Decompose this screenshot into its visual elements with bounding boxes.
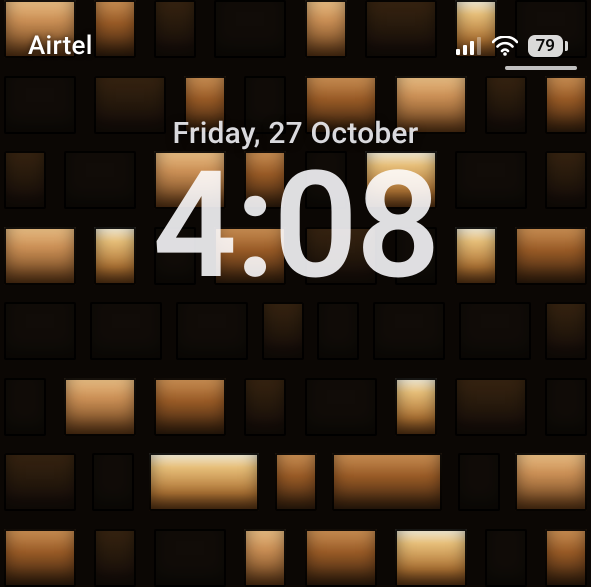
lockscreen-clock: Friday, 27 October 4:08	[0, 116, 591, 301]
battery-percent: 79	[532, 35, 559, 57]
carrier-label: Airtel	[28, 31, 93, 61]
status-bar: Airtel 79	[0, 24, 591, 68]
cellular-signal-icon	[456, 37, 482, 55]
status-bar-right: 79	[456, 35, 563, 57]
lockscreen-time: 4:08	[153, 153, 439, 301]
wifi-icon	[492, 36, 518, 56]
lock-screen: Airtel 79	[0, 0, 591, 587]
battery-indicator: 79	[528, 35, 563, 57]
scroll-indicator	[505, 66, 577, 70]
